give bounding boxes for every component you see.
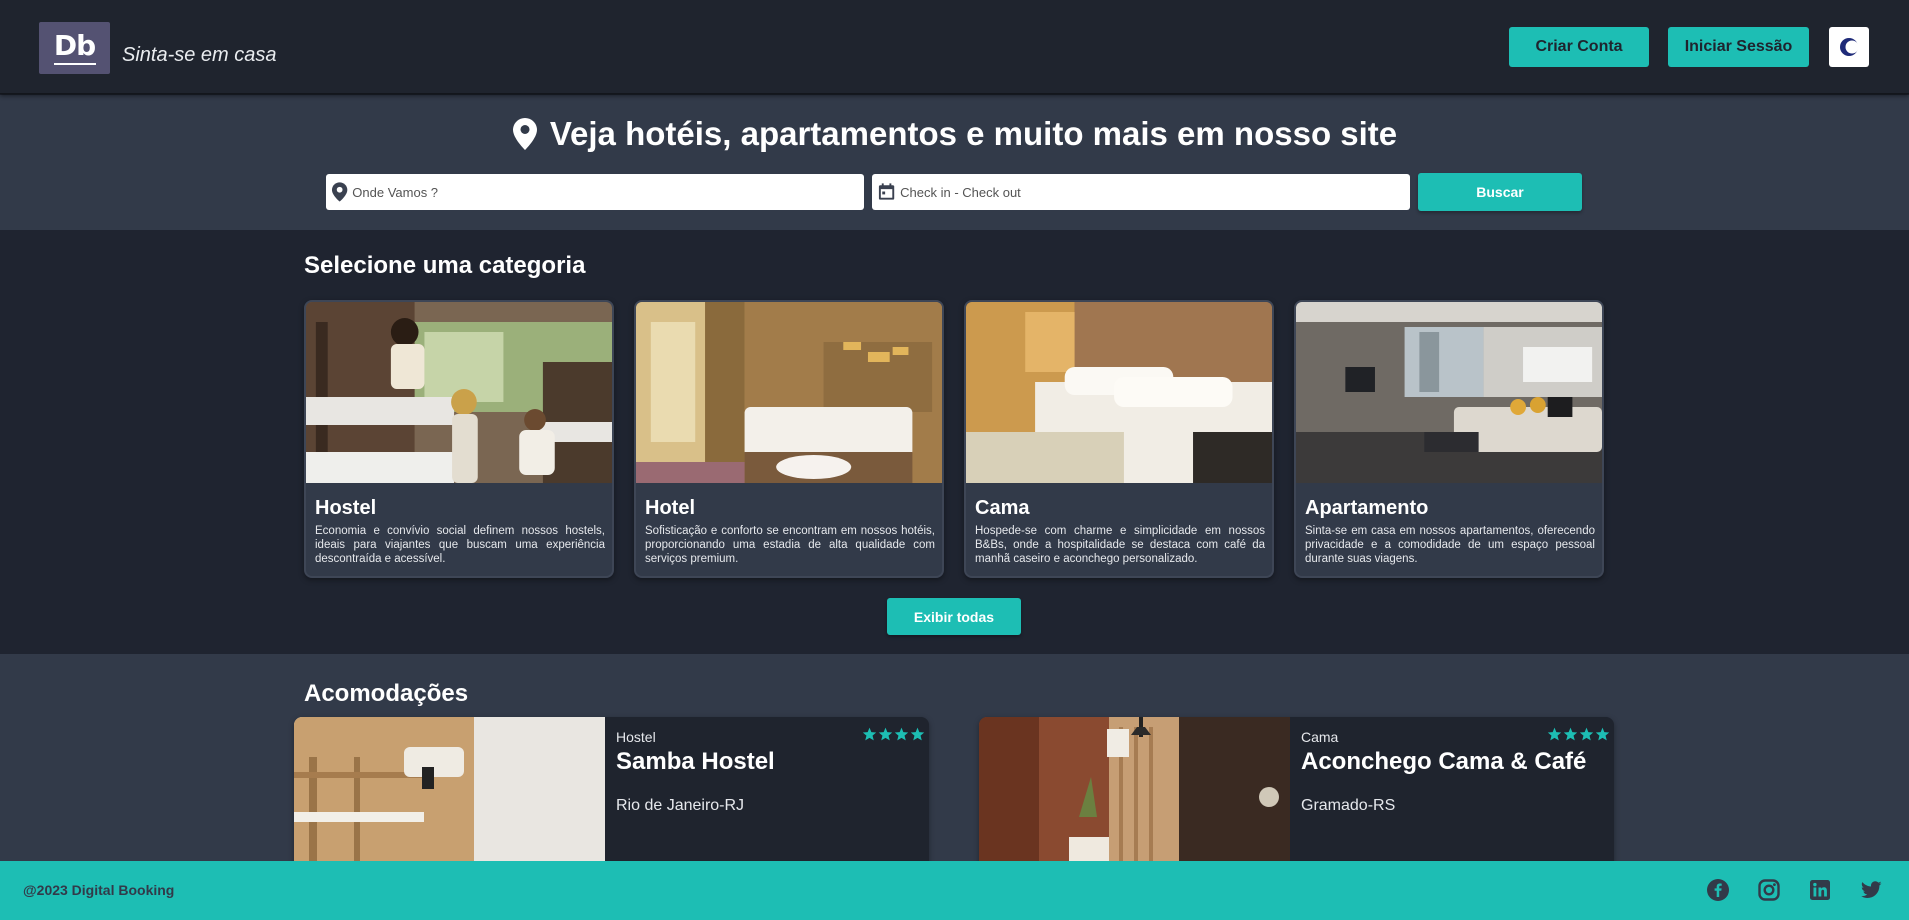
star-icon — [1595, 727, 1610, 741]
accommodation-category: Hostel — [616, 729, 656, 745]
category-name: Hostel — [315, 497, 377, 519]
moon-icon — [1840, 38, 1859, 56]
star-rating — [862, 727, 925, 741]
destination-input[interactable] — [352, 184, 864, 200]
category-description: Sofisticação e conforto se encontram em … — [645, 525, 935, 565]
logo-underline — [53, 62, 96, 65]
category-name: Cama — [975, 497, 1030, 519]
hostel-image — [306, 302, 612, 483]
instagram-icon[interactable] — [1757, 878, 1781, 902]
category-card-hotel[interactable]: Hotel Sofisticação e conforto se encontr… — [634, 300, 944, 578]
accommodations-title: Acomodações — [304, 680, 469, 707]
category-description: Sinta-se em casa em nossos apartamentos,… — [1305, 525, 1595, 565]
site-footer: @2023 Digital Booking — [0, 861, 1909, 920]
create-account-button[interactable]: Criar Conta — [1509, 27, 1649, 67]
login-button[interactable]: Iniciar Sessão — [1668, 27, 1809, 67]
star-icon — [1563, 727, 1578, 741]
theme-toggle-button[interactable] — [1829, 27, 1869, 67]
categories-section: Selecione uma categoria Hostel Economia … — [0, 230, 1909, 654]
category-description: Hospede-se com charme e simplicidade em … — [975, 525, 1265, 565]
show-all-button[interactable]: Exibir todas — [887, 598, 1021, 635]
category-description: Economia e convívio social definem nosso… — [315, 525, 605, 565]
logo-text: Db — [53, 28, 96, 62]
apartment-image — [1296, 302, 1602, 483]
search-title: Veja hotéis, apartamentos e muito mais e… — [549, 115, 1398, 152]
star-icon — [878, 727, 893, 741]
hotel-image — [636, 302, 942, 483]
tagline: Sinta-se em casa — [122, 44, 277, 66]
search-section: Veja hotéis, apartamentos e muito mais e… — [0, 95, 1909, 230]
calendar-icon — [878, 183, 895, 200]
accommodation-name: Aconchego Cama & Café — [1301, 748, 1587, 775]
dates-input[interactable] — [900, 184, 1410, 200]
star-icon — [910, 727, 925, 741]
dates-field[interactable] — [872, 174, 1410, 210]
copyright-text: @2023 Digital Booking — [23, 882, 175, 898]
twitter-icon[interactable] — [1859, 878, 1883, 902]
search-button[interactable]: Buscar — [1418, 173, 1582, 211]
social-links — [1706, 878, 1883, 902]
facebook-icon[interactable] — [1706, 878, 1730, 902]
accommodation-location: Rio de Janeiro-RJ — [616, 797, 745, 814]
star-icon — [1579, 727, 1594, 741]
category-name: Hotel — [645, 497, 695, 519]
destination-field[interactable] — [326, 174, 864, 210]
accommodation-category: Cama — [1301, 729, 1339, 745]
category-name: Apartamento — [1305, 497, 1429, 519]
star-icon — [862, 727, 877, 741]
location-pin-icon — [331, 182, 348, 202]
category-card-bed[interactable]: Cama Hospede-se com charme e simplicidad… — [964, 300, 1274, 578]
site-header: Db Sinta-se em casa Criar Conta Iniciar … — [0, 0, 1909, 94]
categories-title: Selecione uma categoria — [304, 252, 586, 279]
search-heading: Veja hotéis, apartamentos e muito mais e… — [0, 115, 1909, 153]
accommodation-location: Gramado-RS — [1301, 797, 1396, 814]
map-pin-icon — [512, 118, 537, 150]
category-card-apartment[interactable]: Apartamento Sinta-se em casa em nossos a… — [1294, 300, 1604, 578]
star-icon — [1547, 727, 1562, 741]
category-card-hostel[interactable]: Hostel Economia e convívio social define… — [304, 300, 614, 578]
star-rating — [1547, 727, 1610, 741]
accommodation-name: Samba Hostel — [616, 748, 775, 775]
star-icon — [894, 727, 909, 741]
bed-image — [966, 302, 1272, 483]
linkedin-icon[interactable] — [1808, 878, 1832, 902]
logo[interactable]: Db — [39, 22, 110, 74]
